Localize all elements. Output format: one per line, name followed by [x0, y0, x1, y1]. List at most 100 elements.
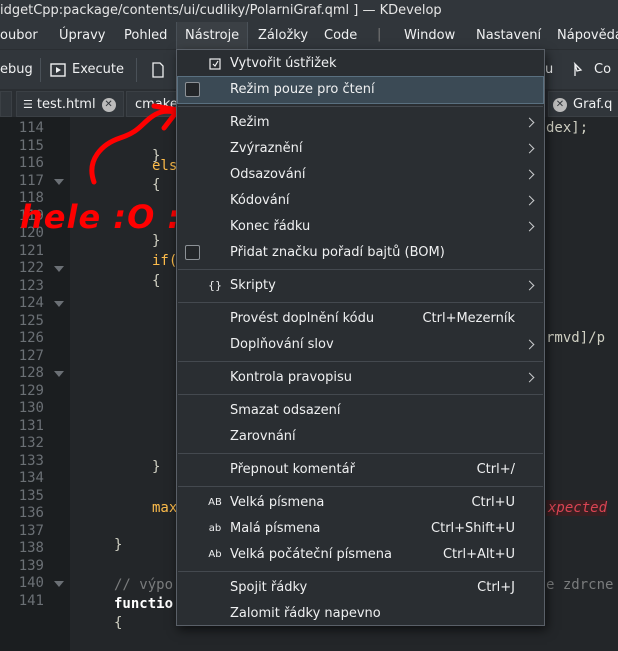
- menu-item-word-completion[interactable]: Doplňování slov: [178, 332, 543, 358]
- line-number: 138: [18, 540, 44, 556]
- menu-item-scripts[interactable]: {} Skripty: [178, 273, 543, 299]
- tab-graf[interactable]: ✕ Graf.q: [548, 91, 618, 117]
- menu-item-label: Režim: [230, 115, 270, 130]
- menu-item-label: Provést doplnění kódu: [230, 311, 375, 326]
- menu-item-shortcut: Ctrl+U: [471, 495, 515, 510]
- line-number: 126: [18, 330, 44, 346]
- menu-item-label: Kontrola pravopisu: [230, 370, 352, 385]
- menu-item-label: Přepnout komentář: [230, 462, 355, 477]
- menu-item-label: Zvýraznění: [230, 141, 303, 156]
- line-number: 117: [18, 172, 44, 189]
- code-line-136: }: [114, 537, 123, 553]
- menu-item-label: Vytvořit ústřižek: [230, 56, 337, 71]
- menu-view[interactable]: Pohled: [124, 22, 167, 49]
- menu-separator: |: [377, 27, 382, 42]
- line-number: 133: [18, 452, 44, 469]
- code-line-134: max: [152, 500, 178, 516]
- menu-file[interactable]: oubor: [0, 22, 38, 49]
- menu-item-screenshot[interactable]: Vytvořit ústřižek: [178, 51, 543, 77]
- code-line-121: if(: [152, 253, 178, 269]
- code-line-138: // výpo: [114, 577, 174, 593]
- menu-item-label: Doplňování slov: [230, 337, 334, 352]
- menu-tools[interactable]: Nástroje: [175, 22, 249, 49]
- line-number: 130: [18, 400, 44, 416]
- line-number: 131: [18, 417, 44, 434]
- fold-arrow-icon[interactable]: [54, 266, 64, 272]
- execute-label: Execute: [72, 62, 124, 77]
- tab-label: Graf.q: [573, 97, 613, 112]
- menu-item-hard-wrap[interactable]: Zalomit řádky napevno: [178, 601, 543, 627]
- menu-item-encoding[interactable]: Kódování: [178, 188, 543, 214]
- menu-code[interactable]: Code: [324, 22, 357, 49]
- menu-item-label: Přidat značku pořadí bajtů (BOM): [230, 245, 445, 260]
- toolbar-partial-button[interactable]: Co: [572, 50, 611, 89]
- execute-button[interactable]: Execute: [50, 50, 124, 89]
- menu-separator: [178, 361, 543, 362]
- list-icon: ☰: [23, 98, 33, 111]
- menu-item-align[interactable]: Zarovnání: [178, 424, 543, 450]
- line-number: 124: [18, 295, 44, 311]
- menu-item-uppercase[interactable]: AB Velká písmena Ctrl+U: [178, 490, 543, 516]
- menu-item-spellcheck[interactable]: Kontrola pravopisu: [178, 365, 543, 391]
- line-number: 140: [18, 575, 44, 591]
- menu-bookmarks[interactable]: Záložky: [258, 22, 308, 49]
- line-number: 137: [18, 522, 44, 539]
- menu-item-mode[interactable]: Režim: [178, 110, 543, 136]
- menu-item-clean-indent[interactable]: Smazat odsazení: [178, 398, 543, 424]
- line-number: 127: [18, 347, 44, 364]
- menu-help[interactable]: Nápověda: [557, 22, 618, 49]
- menu-item-lowercase[interactable]: ab Malá písmena Ctrl+Shift+U: [178, 516, 543, 542]
- menu-item-highlighting[interactable]: Zvýraznění: [178, 136, 543, 162]
- tab-partial[interactable]: [0, 91, 12, 117]
- menu-item-readonly[interactable]: Režim pouze pro čtení: [177, 76, 544, 104]
- menu-separator: [178, 453, 543, 454]
- readonly-checkbox[interactable]: [185, 82, 200, 97]
- close-icon[interactable]: ✕: [553, 97, 567, 112]
- fold-arrow-icon[interactable]: [54, 178, 64, 185]
- menu-item-toggle-comment[interactable]: Přepnout komentář Ctrl+/: [178, 457, 543, 483]
- code-line-139: functio: [114, 596, 174, 612]
- window-title: idgetCpp:package/contents/ui/cudliky/Pol…: [0, 0, 618, 22]
- menu-window[interactable]: Window: [404, 22, 455, 49]
- submenu-arrow-icon: [524, 339, 535, 350]
- fold-arrow-icon[interactable]: [54, 301, 64, 307]
- debug-button[interactable]: ebug: [0, 50, 33, 89]
- menu-item-label: Spojit řádky: [230, 580, 308, 595]
- toolbar-partial-label: Co: [594, 62, 612, 77]
- scripts-icon: {}: [208, 279, 222, 292]
- execute-icon: [50, 62, 66, 77]
- menu-item-shortcut: Ctrl+Mezerník: [422, 311, 515, 326]
- menu-item-label: Velká písmena: [230, 495, 325, 510]
- menu-item-bom[interactable]: Přidat značku pořadí bajtů (BOM): [178, 240, 543, 266]
- menu-item-end-of-line[interactable]: Konec řádku: [178, 214, 543, 240]
- submenu-arrow-icon: [524, 117, 535, 128]
- menu-item-join-lines[interactable]: Spojit řádky Ctrl+J: [178, 575, 543, 601]
- line-number: 132: [18, 435, 44, 451]
- submenu-arrow-icon: [524, 195, 535, 206]
- fold-arrow-icon[interactable]: [54, 581, 64, 587]
- menu-item-indentation[interactable]: Odsazování: [178, 162, 543, 188]
- submenu-arrow-icon: [524, 372, 535, 383]
- submenu-arrow-icon: [524, 280, 535, 291]
- line-number: 135: [18, 487, 44, 504]
- menu-separator: [178, 571, 543, 572]
- line-number: 115: [18, 137, 44, 154]
- cursor-icon: [573, 61, 583, 76]
- bom-checkbox[interactable]: [185, 245, 200, 260]
- menu-edit[interactable]: Úpravy: [59, 22, 105, 49]
- menu-item-shortcut: Ctrl+/: [476, 462, 515, 477]
- menu-item-capitalize[interactable]: Ab Velká počáteční písmena Ctrl+Alt+U: [178, 542, 543, 568]
- fold-arrow-icon[interactable]: [54, 371, 64, 377]
- document-icon-button[interactable]: [150, 50, 172, 89]
- menu-item-label: Velká počáteční písmena: [230, 547, 392, 562]
- submenu-arrow-icon: [524, 221, 535, 232]
- code-line-140: {: [114, 615, 123, 631]
- code-line-125-right: rmvd]/p: [546, 330, 606, 346]
- code-line-122: {: [152, 273, 161, 289]
- line-number: 141: [18, 592, 44, 609]
- menu-item-code-completion[interactable]: Provést doplnění kódu Ctrl+Mezerník: [178, 306, 543, 332]
- menu-settings[interactable]: Nastavení: [476, 22, 541, 49]
- line-number: 129: [18, 382, 44, 399]
- menu-item-label: Režim pouze pro čtení: [230, 82, 375, 97]
- line-number: 116: [18, 155, 44, 171]
